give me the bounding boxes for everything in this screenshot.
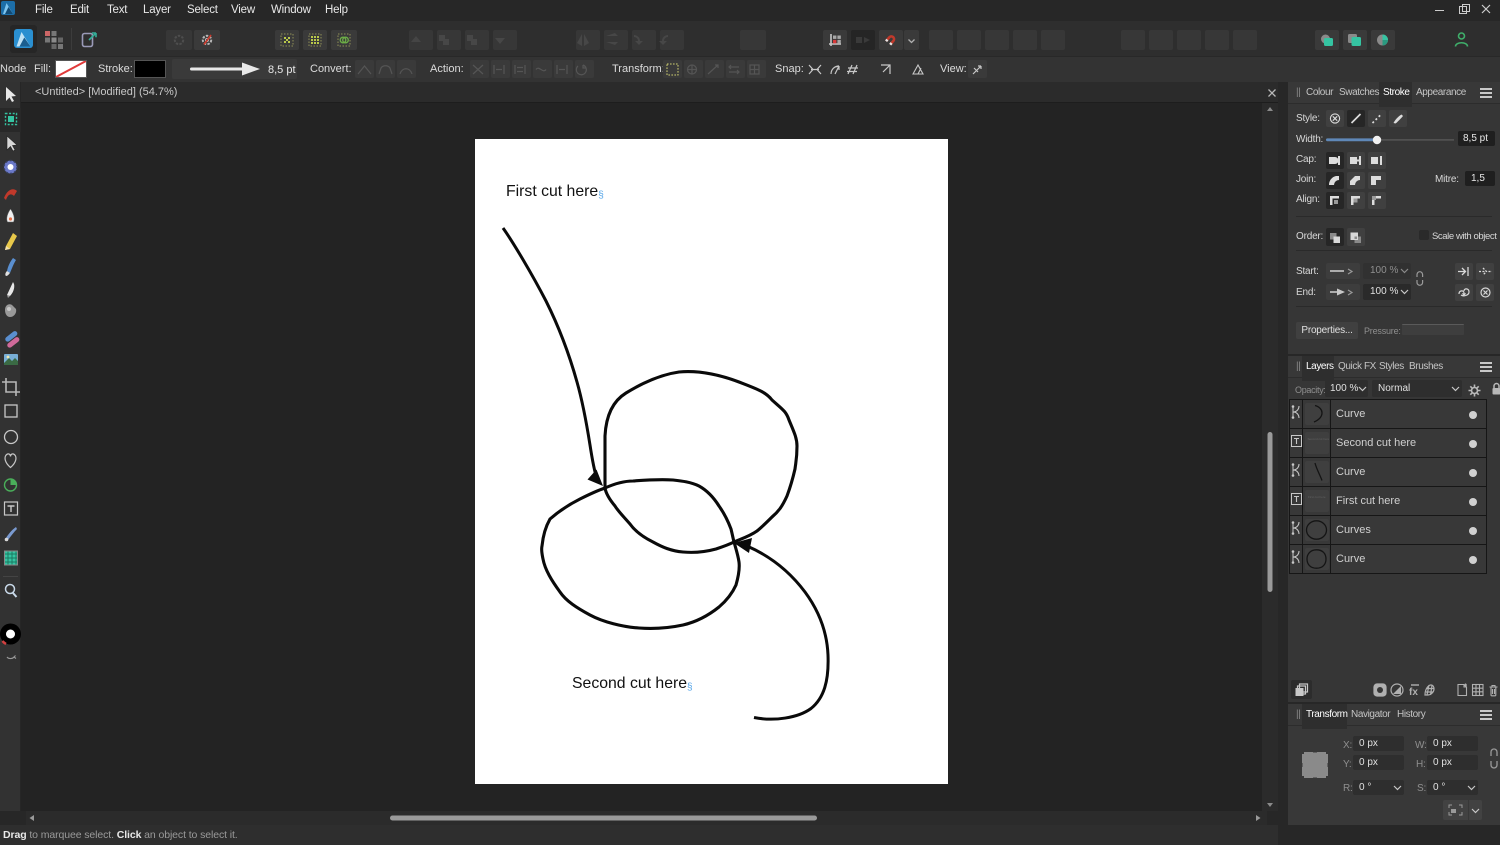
svg-text:First cut here: First cut here [1308,495,1326,499]
svg-text:8,5 pt: 8,5 pt [268,64,296,76]
svg-text:Second cut here: Second cut here [1307,437,1329,441]
svg-text:fx: fx [1409,687,1418,697]
